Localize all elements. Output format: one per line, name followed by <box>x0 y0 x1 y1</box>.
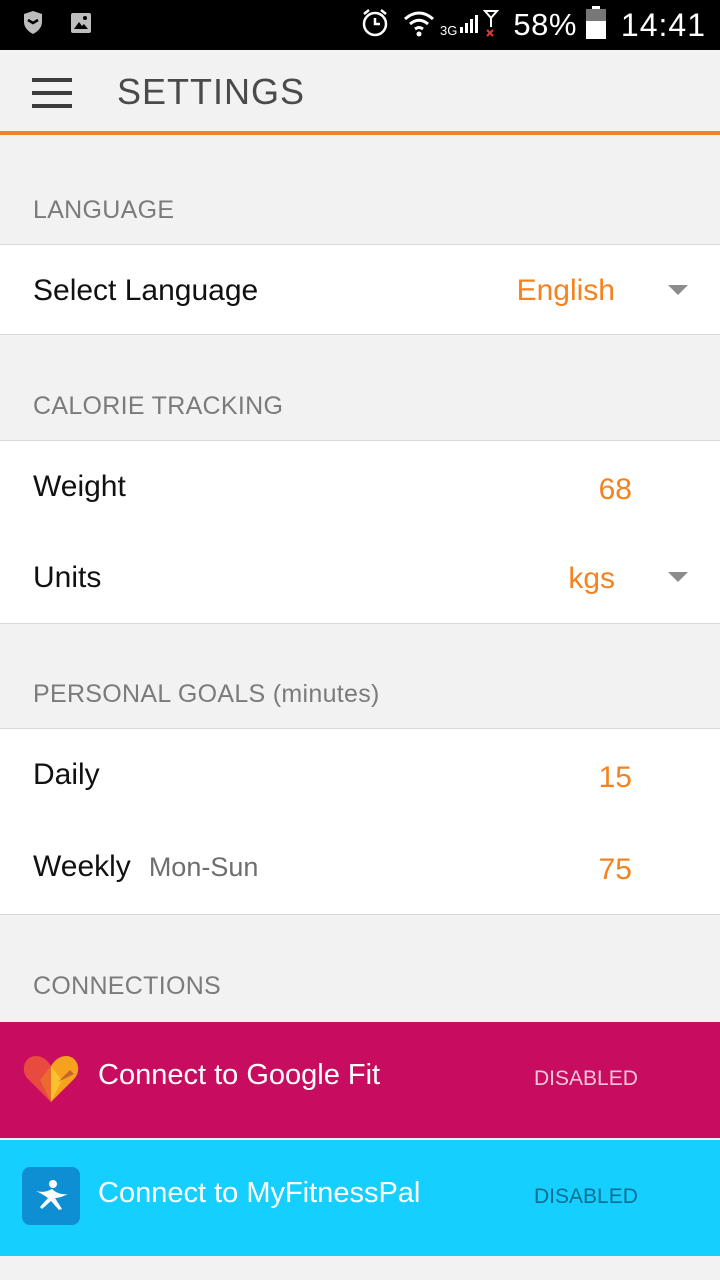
wifi-icon <box>402 9 436 42</box>
select-language-row[interactable]: Select Language English <box>0 244 720 335</box>
page-title: SETTINGS <box>117 71 306 112</box>
units-dropdown-value[interactable]: kgs <box>568 562 615 596</box>
dropdown-arrow-icon[interactable] <box>668 285 688 295</box>
daily-goal-value[interactable]: 15 <box>599 761 632 795</box>
battery-percent: 58% <box>513 7 577 42</box>
weekly-label-group: Weekly Mon-Sun <box>33 850 258 884</box>
app-bar: SETTINGS <box>0 50 720 135</box>
section-header-calorie-tracking: CALORIE TRACKING <box>33 392 284 420</box>
hamburger-menu-icon[interactable] <box>32 78 72 108</box>
myfitnesspal-icon <box>22 1167 80 1230</box>
alarm-icon <box>360 7 390 44</box>
clock: 14:41 <box>620 6 706 43</box>
battery-icon <box>585 5 607 45</box>
no-sim-signal-icon <box>483 9 500 42</box>
section-header-personal-goals: PERSONAL GOALS (minutes) <box>0 680 720 709</box>
weight-row[interactable]: Weight 68 <box>0 440 720 533</box>
weight-value[interactable]: 68 <box>599 473 632 507</box>
language-dropdown-value[interactable]: English <box>517 274 615 308</box>
google-fit-status[interactable]: DISABLED <box>534 1067 638 1091</box>
personal-goals-title: PERSONAL GOALS <box>33 680 266 708</box>
weekly-goal-row[interactable]: Weekly Mon-Sun 75 <box>0 821 720 915</box>
dropdown-arrow-icon[interactable] <box>668 572 688 582</box>
shield-icon <box>22 11 44 40</box>
section-header-language: LANGUAGE <box>33 196 175 224</box>
signal-icon <box>459 11 481 40</box>
units-row[interactable]: Units kgs <box>0 532 720 624</box>
network-type: 3G <box>440 23 458 38</box>
status-bar: 3G 58% 14:41 <box>0 0 720 50</box>
google-fit-label: Connect to Google Fit <box>98 1059 381 1091</box>
daily-goal-row[interactable]: Daily 15 <box>0 728 720 822</box>
weekly-goal-value[interactable]: 75 <box>599 853 632 887</box>
section-header-connections: CONNECTIONS <box>33 972 222 1000</box>
google-fit-connection-row[interactable]: Connect to Google Fit DISABLED <box>0 1022 720 1138</box>
weight-label: Weight <box>33 470 126 503</box>
image-notification-icon <box>70 12 92 39</box>
weekly-range-label: Mon-Sun <box>148 852 259 882</box>
myfitnesspal-connection-row[interactable]: Connect to MyFitnessPal DISABLED <box>0 1140 720 1256</box>
select-language-label: Select Language <box>33 274 259 307</box>
units-label: Units <box>33 561 102 594</box>
personal-goals-unit: (minutes) <box>272 680 380 708</box>
myfitnesspal-status[interactable]: DISABLED <box>534 1185 638 1209</box>
google-fit-heart-icon <box>22 1052 80 1109</box>
daily-label: Daily <box>33 758 100 791</box>
myfitnesspal-label: Connect to MyFitnessPal <box>98 1177 421 1209</box>
weekly-label: Weekly <box>33 850 131 883</box>
